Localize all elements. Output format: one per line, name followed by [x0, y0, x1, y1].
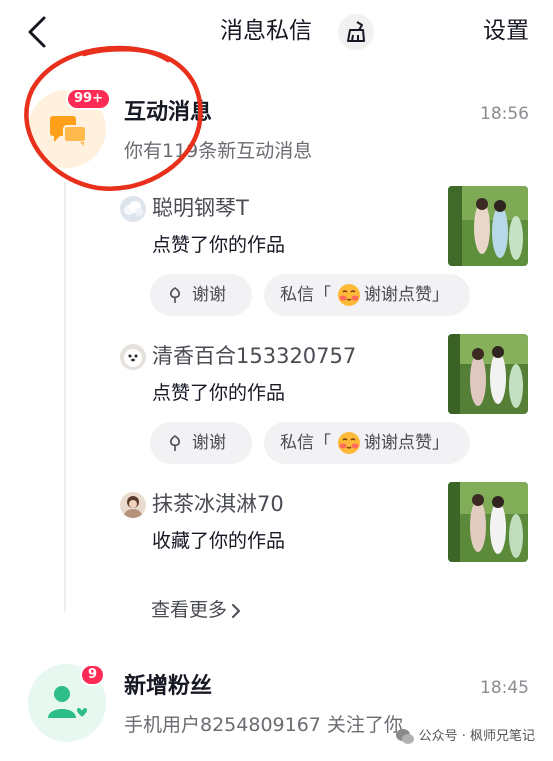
avatar-image	[124, 496, 142, 518]
notification-item[interactable]: 聪明钢琴T 点赞了你的作品 谢谢 私信「 谢谢点赞」	[118, 186, 538, 318]
chevron-left-icon	[28, 16, 46, 48]
blushing-face-icon	[338, 284, 360, 306]
thanks-button[interactable]: 谢谢	[150, 274, 252, 316]
user-avatar[interactable]	[120, 492, 146, 518]
notification-item[interactable]: 清香百合153320757 点赞了你的作品 谢谢 私信「 谢谢点赞」	[118, 334, 538, 466]
action-text: 点赞了你的作品	[152, 382, 286, 404]
see-more-link[interactable]: 查看更多	[151, 596, 241, 624]
wechat-icon	[395, 728, 414, 744]
flower-icon	[169, 435, 181, 451]
user-name[interactable]: 清香百合153320757	[152, 342, 356, 370]
work-thumbnail[interactable]	[448, 482, 528, 562]
section-subtitle: 手机用户8254809167 关注了你	[124, 714, 403, 736]
unread-badge: 9	[80, 664, 106, 686]
blushing-face-icon	[338, 432, 360, 454]
unread-badge: 99+	[66, 88, 111, 110]
see-more-label: 查看更多	[151, 599, 228, 621]
section-subtitle: 你有119条新互动消息	[124, 140, 313, 162]
dm-label: 私信「	[280, 285, 331, 305]
avatar-image	[124, 201, 143, 216]
work-thumbnail[interactable]	[448, 334, 528, 414]
thread-divider	[64, 182, 66, 612]
watermark-text: 公众号 · 枫师兄笔记	[418, 729, 535, 744]
action-text: 点赞了你的作品	[152, 234, 286, 256]
user-avatar[interactable]	[120, 344, 146, 370]
user-name[interactable]: 聪明钢琴T	[152, 194, 249, 222]
dm-message: 谢谢点赞」	[364, 285, 449, 305]
section-title: 互动消息	[124, 100, 213, 125]
dm-message: 谢谢点赞」	[364, 433, 449, 453]
work-thumbnail[interactable]	[448, 186, 528, 266]
user-avatar[interactable]	[120, 196, 146, 222]
section-title: 新增粉丝	[124, 674, 213, 699]
action-text: 收藏了你的作品	[152, 530, 286, 552]
timestamp: 18:45	[480, 678, 529, 698]
top-bar: 消息私信 设置	[0, 0, 553, 64]
dm-label: 私信「	[280, 433, 331, 453]
dm-thanks-button[interactable]: 私信「 谢谢点赞」	[264, 274, 470, 316]
dm-thanks-button[interactable]: 私信「 谢谢点赞」	[264, 422, 470, 464]
work-thumbnail-image	[448, 334, 528, 414]
page-title: 消息私信	[220, 18, 312, 44]
thanks-label: 谢谢	[192, 285, 226, 305]
clear-unread-button[interactable]	[338, 14, 374, 50]
notification-item[interactable]: 抹茶冰淇淋70 收藏了你的作品	[118, 482, 538, 566]
flower-icon	[169, 287, 181, 303]
work-thumbnail-image	[448, 482, 528, 562]
chevron-right-icon	[232, 603, 241, 618]
settings-button[interactable]: 设置	[483, 16, 529, 46]
user-name[interactable]: 抹茶冰淇淋70	[152, 490, 284, 518]
broom-icon	[347, 21, 365, 42]
watermark: 公众号 · 枫师兄笔记	[395, 726, 535, 748]
thanks-label: 谢谢	[192, 433, 226, 453]
work-thumbnail-image	[448, 186, 528, 266]
timestamp: 18:56	[480, 104, 529, 124]
thanks-button[interactable]: 谢谢	[150, 422, 252, 464]
back-button[interactable]	[22, 14, 54, 50]
avatar-image	[124, 349, 142, 367]
interaction-messages-row[interactable]: 99+ 互动消息 18:56 你有119条新互动消息	[0, 80, 553, 180]
